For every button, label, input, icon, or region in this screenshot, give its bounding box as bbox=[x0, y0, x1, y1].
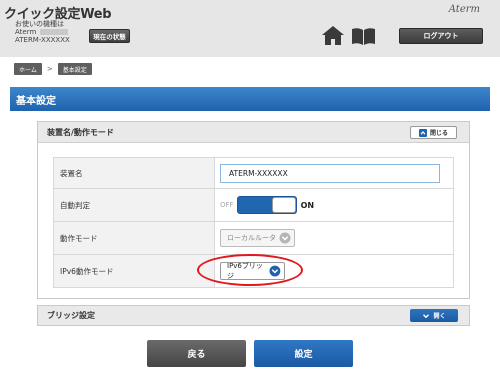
back-button[interactable]: 戻る bbox=[147, 340, 246, 367]
breadcrumb-current: 基本設定 bbox=[57, 63, 92, 75]
logout-button[interactable]: ログアウト bbox=[399, 28, 483, 44]
toggle-on-label: ON bbox=[300, 200, 315, 210]
panel-close-label: 閉じる bbox=[429, 130, 448, 137]
home-icon[interactable] bbox=[322, 26, 344, 45]
chevron-up-icon bbox=[418, 128, 427, 137]
submit-button[interactable]: 設定 bbox=[254, 340, 353, 367]
breadcrumb-home[interactable]: ホーム bbox=[14, 63, 42, 75]
device-name-input[interactable] bbox=[220, 163, 440, 183]
operation-mode-select: ローカルルータ bbox=[220, 229, 295, 247]
bridge-open-button[interactable]: 開く bbox=[410, 309, 458, 322]
model-name-line: Aterm bbox=[15, 28, 69, 36]
settings-table: 装置名 自動判定 OFF ON 動作モード ローカルルータ bbox=[53, 157, 454, 288]
auto-detect-toggle[interactable]: OFF ON bbox=[220, 196, 314, 214]
table-row: 自動判定 OFF ON bbox=[53, 188, 454, 222]
breadcrumb: ホーム > 基本設定 bbox=[14, 63, 92, 75]
brand-logo: Aterm bbox=[448, 4, 480, 15]
model-caption: お使いの機種は bbox=[15, 20, 64, 28]
ipv6-mode-label: IPv6動作モード bbox=[53, 254, 215, 288]
model-brand: Aterm bbox=[15, 28, 37, 36]
panel-header: 装置名/動作モード 閉じる bbox=[38, 122, 469, 143]
ipv6-mode-value: IPv6ブリッジ bbox=[227, 262, 263, 280]
table-row: IPv6動作モード IPv6ブリッジ bbox=[53, 254, 454, 288]
auto-detect-label: 自動判定 bbox=[53, 188, 215, 222]
chevron-down-icon bbox=[279, 232, 291, 244]
toggle-knob[interactable] bbox=[271, 197, 296, 213]
panel-close-button[interactable]: 閉じる bbox=[410, 126, 457, 139]
ipv6-mode-select[interactable]: IPv6ブリッジ bbox=[220, 262, 285, 280]
device-name-cell bbox=[214, 157, 454, 189]
chevron-down-icon bbox=[269, 265, 281, 277]
operation-mode-cell: ローカルルータ bbox=[214, 221, 454, 255]
bridge-settings-panel: ブリッジ設定 開く bbox=[37, 305, 470, 326]
table-row: 装置名 bbox=[53, 157, 454, 189]
toggle-off-label: OFF bbox=[220, 201, 234, 209]
toggle-track[interactable] bbox=[236, 196, 297, 214]
manual-book-icon[interactable] bbox=[351, 28, 376, 45]
table-row: 動作モード ローカルルータ bbox=[53, 221, 454, 255]
redacted-text bbox=[40, 29, 69, 35]
bridge-settings-title: ブリッジ設定 bbox=[47, 311, 95, 320]
model-id: ATERM-XXXXXX bbox=[15, 36, 70, 44]
bridge-open-label: 開く bbox=[433, 313, 446, 320]
device-name-label: 装置名 bbox=[53, 157, 215, 189]
header-bar: クイック設定Web お使いの機種は Aterm ATERM-XXXXXX 現在の… bbox=[0, 0, 500, 57]
current-status-button[interactable]: 現在の状態 bbox=[89, 29, 130, 43]
breadcrumb-separator: > bbox=[46, 65, 53, 73]
device-mode-panel: 装置名/動作モード 閉じる 装置名 自動判定 OFF ON bbox=[37, 121, 470, 299]
page-title: 基本設定 bbox=[10, 87, 490, 111]
auto-detect-cell: OFF ON bbox=[214, 188, 454, 222]
chevron-down-icon bbox=[423, 313, 430, 318]
operation-mode-label: 動作モード bbox=[53, 221, 215, 255]
ipv6-mode-cell: IPv6ブリッジ bbox=[214, 254, 454, 288]
panel-title: 装置名/動作モード bbox=[47, 127, 114, 137]
operation-mode-value: ローカルルータ bbox=[227, 234, 276, 242]
